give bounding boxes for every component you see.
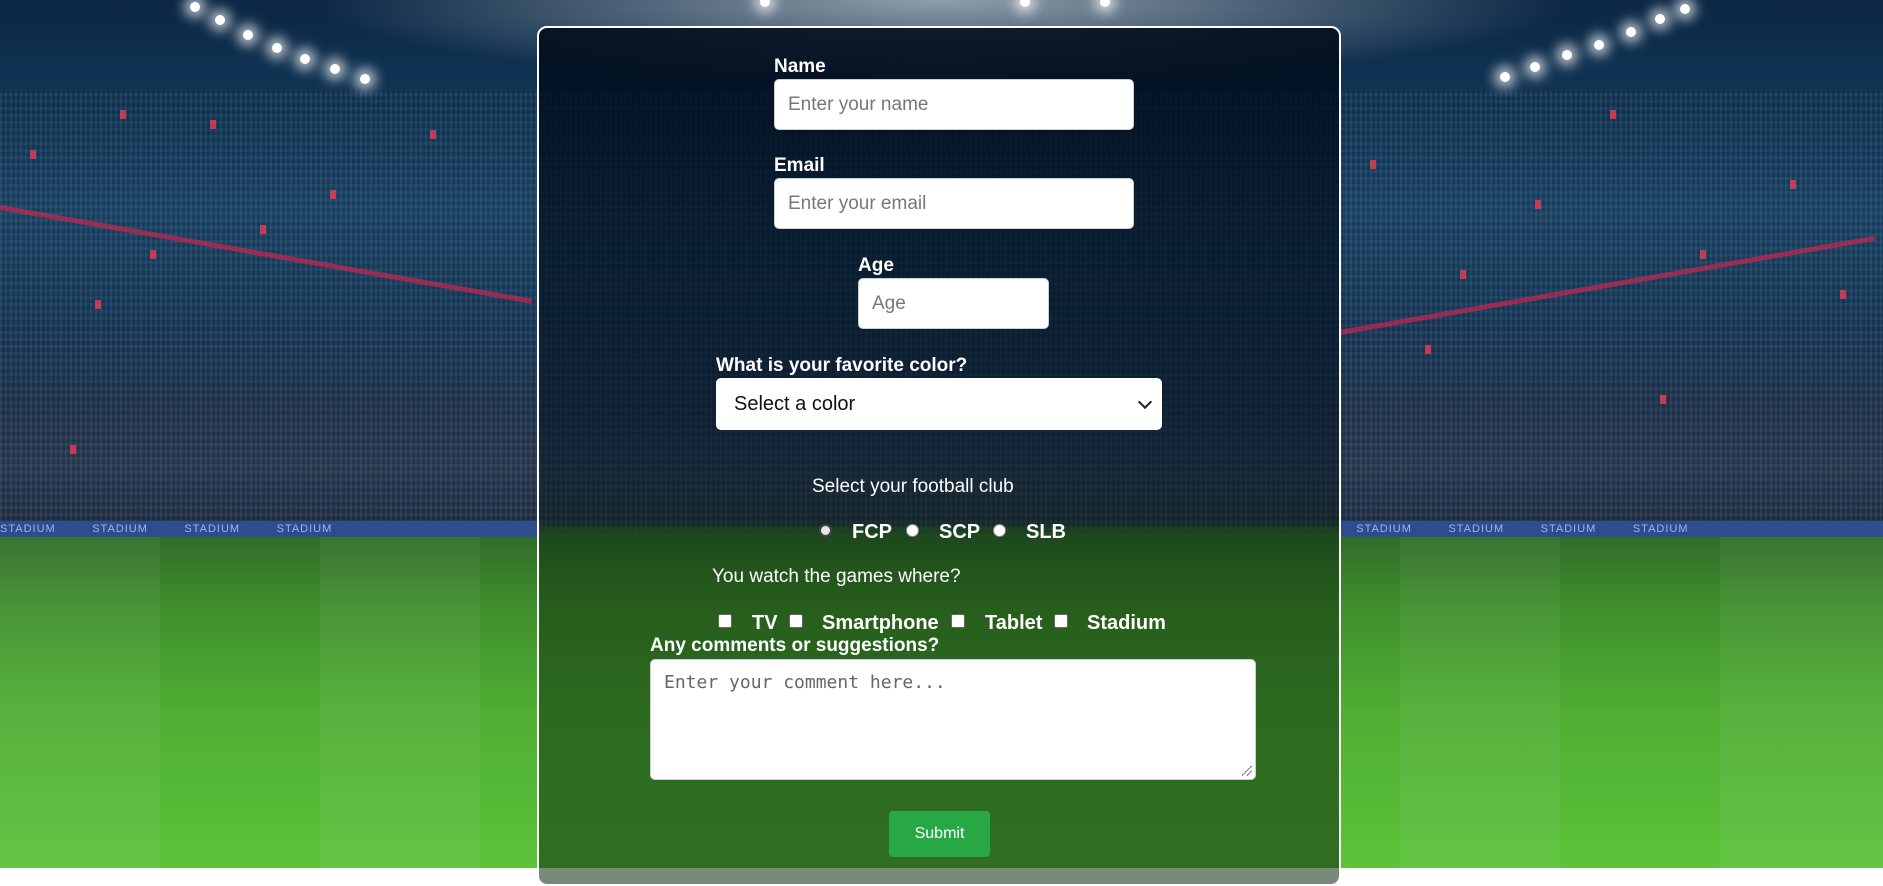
checkbox-label-smartphone: Smartphone: [822, 612, 939, 634]
floodlight-icon: [1020, 0, 1030, 7]
checkbox-label-tablet: Tablet: [985, 612, 1043, 634]
confetti-icon: [1790, 180, 1796, 189]
comments-label: Any comments or suggestions?: [650, 635, 940, 656]
floodlight-icon: [190, 2, 200, 12]
floodlight-icon: [1562, 50, 1572, 60]
email-label: Email: [774, 155, 825, 176]
pitch-stripe: [320, 537, 480, 868]
chevron-down-icon: [1137, 394, 1153, 410]
radio-fcp[interactable]: [819, 524, 832, 537]
confetti-icon: [1425, 345, 1431, 354]
confetti-icon: [1660, 395, 1666, 404]
age-field[interactable]: [858, 278, 1049, 329]
floodlight-icon: [1530, 62, 1540, 72]
color-select-value: Select a color: [734, 392, 856, 415]
color-select[interactable]: Select a color: [716, 378, 1162, 430]
resize-grip-icon[interactable]: [1242, 766, 1252, 776]
checkbox-label-tv: TV: [752, 612, 778, 634]
confetti-icon: [30, 150, 36, 159]
radio-slb[interactable]: [993, 524, 1006, 537]
radio-label-fcp: FCP: [852, 521, 892, 543]
checkbox-label-stadium: Stadium: [1087, 612, 1166, 634]
confetti-icon: [1610, 110, 1616, 119]
floodlight-icon: [1626, 27, 1636, 37]
floodlight-icon: [360, 74, 370, 84]
radio-scp[interactable]: [906, 524, 919, 537]
confetti-icon: [1840, 290, 1846, 299]
floodlight-icon: [272, 43, 282, 53]
color-label: What is your favorite color?: [716, 355, 968, 376]
floodlight-icon: [215, 15, 225, 25]
confetti-icon: [1370, 160, 1376, 169]
club-prompt: Select your football club: [812, 476, 1014, 497]
confetti-icon: [1460, 270, 1466, 279]
pitch-stripe: [0, 537, 160, 868]
radio-label-slb: SLB: [1026, 521, 1066, 543]
ad-board-right: STADIUM STADIUM STADIUM STADIUM: [1340, 521, 1883, 537]
confetti-icon: [70, 445, 76, 454]
pitch-stripe: [1400, 537, 1560, 868]
name-label: Name: [774, 56, 826, 77]
confetti-icon: [1535, 200, 1541, 209]
checkbox-stadium[interactable]: [1054, 614, 1068, 628]
ad-board-left: STADIUM STADIUM STADIUM STADIUM: [0, 521, 540, 537]
pitch-stripe: [1720, 537, 1883, 868]
confetti-icon: [260, 225, 266, 234]
name-field[interactable]: [774, 79, 1134, 130]
confetti-icon: [120, 110, 126, 119]
confetti-icon: [330, 190, 336, 199]
confetti-icon: [210, 120, 216, 129]
floodlight-icon: [1594, 40, 1604, 50]
confetti-icon: [1700, 250, 1706, 259]
confetti-icon: [150, 250, 156, 259]
floodlight-icon: [760, 0, 770, 7]
checkbox-tablet[interactable]: [951, 614, 965, 628]
floodlight-icon: [1500, 72, 1510, 82]
floodlight-icon: [243, 30, 253, 40]
checkbox-tv[interactable]: [718, 614, 732, 628]
confetti-icon: [95, 300, 101, 309]
comments-textarea[interactable]: [650, 659, 1256, 780]
age-label: Age: [858, 255, 894, 276]
radio-label-scp: SCP: [939, 521, 981, 543]
checkbox-smartphone[interactable]: [789, 614, 803, 628]
survey-form: Name Email Age What is your favorite col…: [537, 26, 1341, 886]
submit-button[interactable]: Submit: [889, 811, 990, 857]
watch-prompt: You watch the games where?: [712, 566, 961, 587]
floodlight-icon: [1680, 4, 1690, 14]
floodlight-icon: [1655, 14, 1665, 24]
floodlight-icon: [1100, 0, 1110, 7]
email-field[interactable]: [774, 178, 1134, 229]
floodlight-icon: [330, 64, 340, 74]
floodlight-icon: [300, 54, 310, 64]
confetti-icon: [430, 130, 436, 139]
